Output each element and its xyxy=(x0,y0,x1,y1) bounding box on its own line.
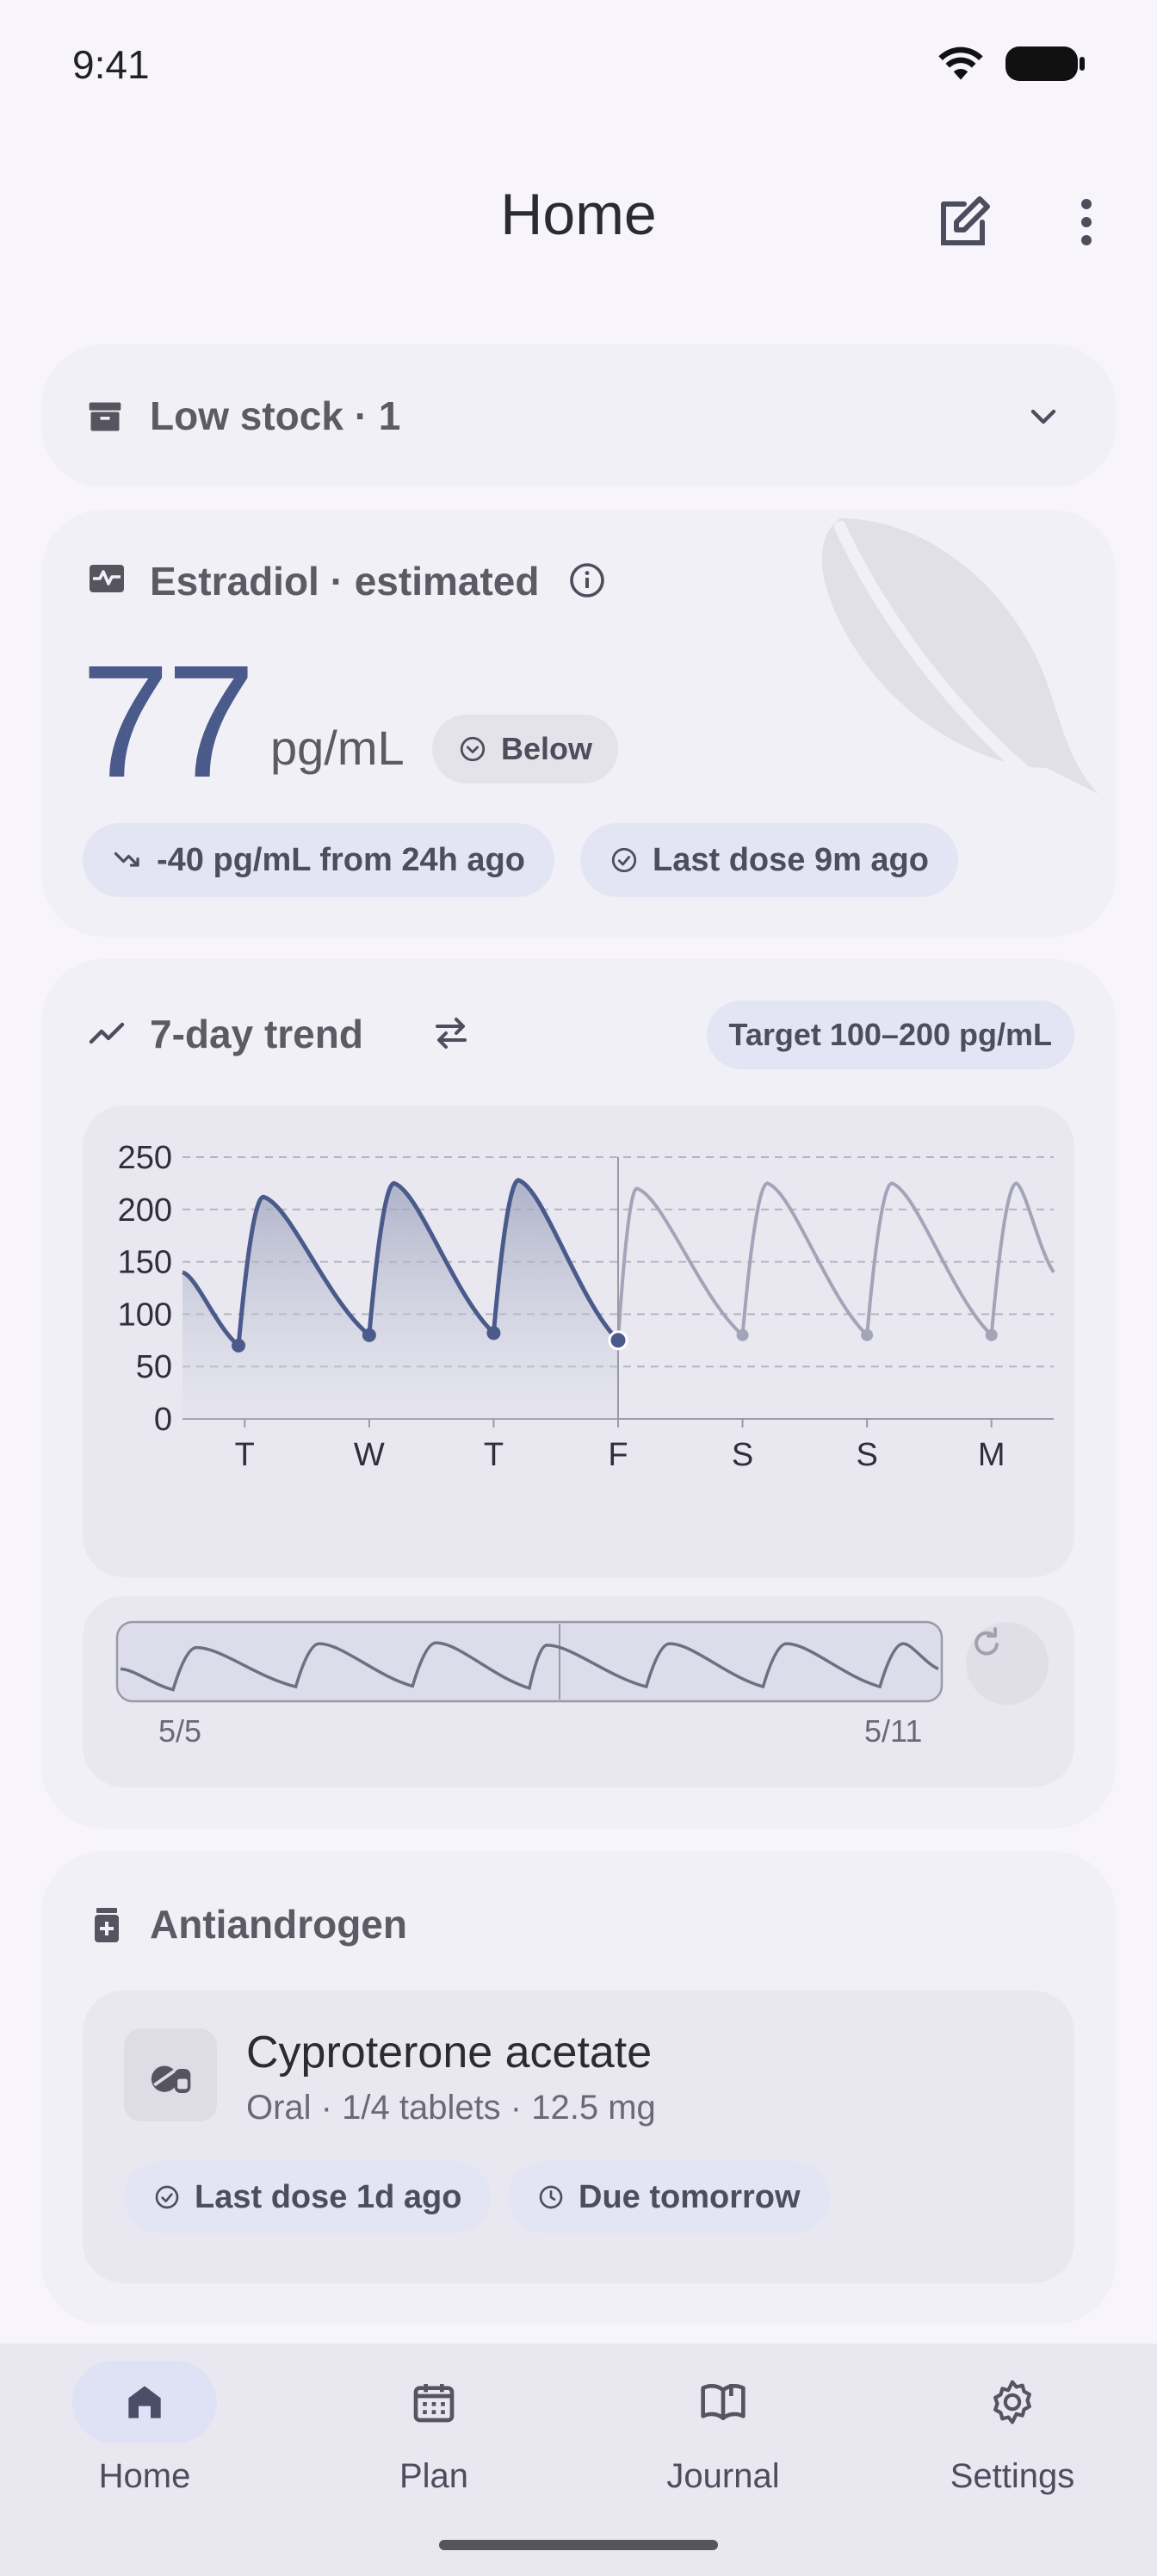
more-vert-icon xyxy=(1081,199,1092,245)
battery-icon xyxy=(1005,46,1085,81)
range-start-label: 5/5 xyxy=(158,1713,202,1749)
estradiol-card: Estradiol · estimated 77 pg/mL Below -40… xyxy=(41,510,1116,937)
trend-chart-svg: 250 200 150 100 50 0 T W T F S S M xyxy=(118,1140,1055,1473)
trending-down-icon xyxy=(114,851,139,867)
y-tick-label: 150 xyxy=(118,1245,172,1281)
nav-label-settings: Settings xyxy=(950,2457,1075,2495)
nav-label-home: Home xyxy=(98,2457,191,2495)
nav-item-journal[interactable]: Journal xyxy=(578,2344,868,2516)
refresh-icon xyxy=(974,1627,999,1656)
last-dose-chip: Last dose 9m ago xyxy=(580,823,958,897)
navigator-window[interactable] xyxy=(83,1596,944,1708)
x-tick-label: M xyxy=(978,1437,1005,1473)
past-dose-point xyxy=(232,1338,246,1353)
nav-item-plan[interactable]: Plan xyxy=(289,2344,578,2516)
wifi-icon xyxy=(938,46,983,80)
x-tick-label: F xyxy=(608,1437,628,1473)
nav-plan-indicator xyxy=(362,2361,506,2443)
y-tick-label: 100 xyxy=(118,1297,172,1333)
trend-title: 7-day trend xyxy=(150,1012,363,1056)
pills-icon xyxy=(151,2065,191,2093)
due-chip: Due tomorrow xyxy=(508,2161,830,2233)
y-tick-label: 200 xyxy=(118,1192,172,1229)
projected-dose-point xyxy=(736,1328,749,1341)
y-tick-label: 250 xyxy=(118,1140,172,1176)
past-dose-point xyxy=(362,1328,376,1342)
projected-dose-point xyxy=(985,1328,998,1341)
calendar-icon xyxy=(413,2384,455,2423)
gear-icon xyxy=(993,2380,1031,2424)
info-icon[interactable] xyxy=(566,560,608,601)
trend-card: 7-day trend Target 100–200 pg/mL 250 200 1… xyxy=(41,959,1116,1829)
status-time: 9:41 xyxy=(72,42,150,87)
reset-zoom-button[interactable] xyxy=(966,1622,1049,1705)
nav-settings-indicator xyxy=(940,2361,1085,2443)
clock-icon xyxy=(539,2185,563,2209)
x-tick-label: S xyxy=(732,1437,753,1473)
range-end-label: 5/11 xyxy=(864,1713,923,1749)
chart-navigator[interactable]: 5/5 5/11 xyxy=(83,1596,1074,1787)
target-chip: Target 100–200 pg/mL xyxy=(706,1000,1074,1069)
nav-journal-indicator xyxy=(651,2361,795,2443)
change-text: -40 pg/mL from 24h ago xyxy=(157,841,525,878)
medication-name: Cyproterone acetate xyxy=(246,2028,653,2078)
nav-item-home[interactable]: Home xyxy=(0,2344,289,2516)
nav-item-settings[interactable]: Settings xyxy=(868,2344,1157,2516)
med-last-dose-text: Last dose 1d ago xyxy=(195,2178,462,2215)
edit-button[interactable] xyxy=(933,191,995,253)
home-indicator xyxy=(439,2540,718,2550)
status-badge: Below xyxy=(432,715,619,783)
y-tick-label: 0 xyxy=(154,1402,172,1438)
chevron-down-icon[interactable] xyxy=(1023,396,1064,437)
medication-item[interactable]: Cyproterone acetate Oral · 1/4 tablets ·… xyxy=(83,1991,1074,2283)
x-tick-label: W xyxy=(354,1437,385,1473)
change-chip: -40 pg/mL from 24h ago xyxy=(83,823,554,897)
medication-icon xyxy=(95,1908,119,1942)
x-tick-label: S xyxy=(856,1437,877,1473)
past-dose-point xyxy=(486,1326,501,1341)
feather-watermark-icon xyxy=(821,518,1116,843)
antiandrogen-card: Antiandrogen Cyproterone acetate Oral · … xyxy=(41,1851,1116,2325)
x-tick-label: T xyxy=(484,1437,504,1473)
current-point xyxy=(608,1330,628,1351)
status-icons xyxy=(937,45,1085,83)
monitor-heart-icon xyxy=(90,565,124,592)
low-stock-label: Low stock · 1 xyxy=(150,393,401,438)
y-tick-label: 50 xyxy=(136,1349,172,1385)
projected-dose-point xyxy=(861,1328,874,1341)
nav-label-plan: Plan xyxy=(399,2457,469,2495)
estradiol-unit: pg/mL xyxy=(270,721,405,775)
x-tick-label: T xyxy=(235,1437,255,1473)
book-icon xyxy=(701,2383,746,2420)
status-label: Below xyxy=(501,731,593,766)
nav-label-journal: Journal xyxy=(666,2457,780,2495)
swap-icon[interactable] xyxy=(430,1012,472,1054)
antiandrogen-title: Antiandrogen xyxy=(150,1902,407,1947)
inventory-icon xyxy=(89,402,121,431)
show-chart-icon xyxy=(89,1022,125,1044)
more-options-button[interactable] xyxy=(1055,191,1117,253)
past-area-fill xyxy=(183,1180,618,1419)
edit-icon xyxy=(941,196,990,245)
med-last-dose-chip: Last dose 1d ago xyxy=(124,2161,492,2233)
pill-icon-container xyxy=(124,2028,217,2121)
low-stock-card[interactable]: Low stock · 1 xyxy=(41,344,1116,487)
medication-detail: Oral · 1/4 tablets · 12.5 mg xyxy=(246,2089,656,2127)
home-icon xyxy=(128,2386,161,2418)
nav-home-indicator xyxy=(72,2361,217,2443)
status-below-icon xyxy=(460,736,486,762)
estradiol-title: Estradiol · estimated xyxy=(150,559,540,604)
trend-chart[interactable]: 250 200 150 100 50 0 T W T F S S M xyxy=(83,1105,1074,1577)
due-text: Due tomorrow xyxy=(578,2178,801,2215)
check-circle-icon xyxy=(155,2185,179,2209)
last-dose-text: Last dose 9m ago xyxy=(653,841,929,878)
check-circle-icon xyxy=(611,847,637,873)
estradiol-value: 77 xyxy=(81,633,256,811)
